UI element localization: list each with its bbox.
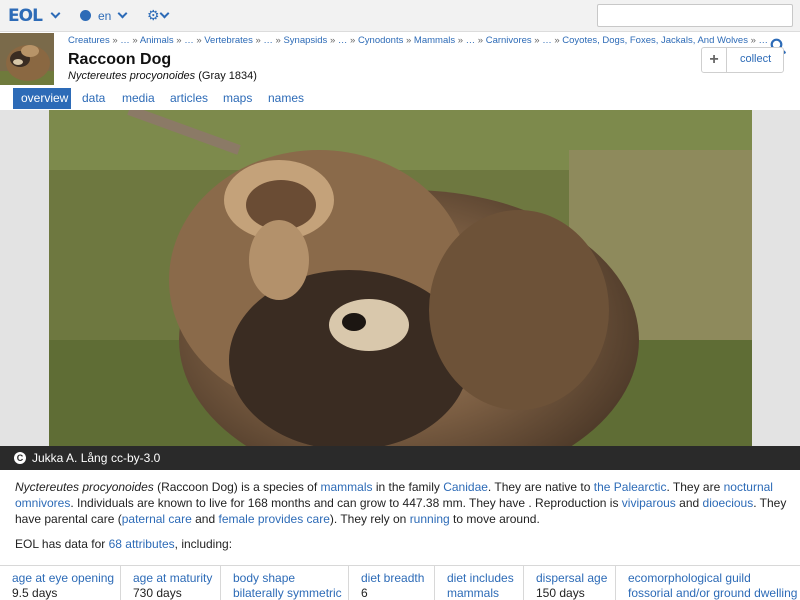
attributes-row: age at eye opening 9.5 days age at matur… (0, 565, 800, 600)
breadcrumb-item[interactable]: Carnivores (486, 35, 532, 46)
tab-media[interactable]: media (114, 88, 163, 109)
desc-sci-name: Nyctereutes procyonoides (15, 480, 154, 494)
attribute-value: 9.5 days (12, 586, 58, 600)
link-running[interactable]: running (410, 512, 450, 526)
plus-icon: + (702, 48, 727, 72)
attribute-value: 6 (361, 586, 368, 600)
breadcrumb-item[interactable]: … (263, 35, 273, 46)
attribute-value[interactable]: bilaterally symmetric (233, 586, 348, 600)
breadcrumb-item[interactable]: … (184, 35, 194, 46)
breadcrumb: Creatures » … » Animals » … » Vertebrate… (68, 35, 769, 46)
link-paternal-care[interactable]: paternal care (122, 512, 192, 526)
attribute-card[interactable]: body shape bilaterally symmetric (221, 566, 349, 600)
desc-text: to move around. (449, 512, 540, 526)
logo-chevron-down-icon[interactable] (50, 8, 61, 19)
link-female-provides-care[interactable]: female provides care (218, 512, 329, 526)
tab-overview[interactable]: overview (13, 88, 71, 109)
breadcrumb-item[interactable]: Mammals (414, 35, 455, 46)
attribute-value[interactable]: fossorial and/or ground dwelling (628, 586, 800, 600)
attribute-name[interactable]: age at eye opening (12, 571, 120, 585)
desc-text: . They are (666, 480, 724, 494)
link-dioecious[interactable]: dioecious (703, 496, 754, 510)
attribute-value: 730 days (133, 586, 182, 600)
breadcrumb-item[interactable]: Animals (140, 35, 174, 46)
attribute-card[interactable]: dispersal age 150 days (524, 566, 616, 600)
breadcrumb-item[interactable]: Creatures (68, 35, 110, 46)
collect-button[interactable]: + collect (701, 47, 784, 73)
breadcrumb-item[interactable]: Synapsids (283, 35, 327, 46)
attribute-name[interactable]: body shape (233, 571, 348, 585)
page-title: Raccoon Dog (68, 51, 172, 68)
attributes-intro-text: EOL has data for (15, 537, 109, 551)
attribute-card[interactable]: age at maturity 730 days (121, 566, 221, 600)
attribute-name[interactable]: age at maturity (133, 571, 220, 585)
chevron-down-icon[interactable] (117, 8, 128, 19)
species-thumbnail[interactable] (0, 33, 54, 85)
attribute-card[interactable]: diet includes mammals (435, 566, 524, 600)
gear-icon[interactable]: ⚙ (147, 8, 160, 22)
desc-text: (Raccoon Dog) is a species of (153, 480, 321, 494)
attribute-card[interactable]: ecomorphological guild fossorial and/or … (616, 566, 800, 600)
breadcrumb-item[interactable]: … (338, 35, 348, 46)
breadcrumb-item[interactable]: … (120, 35, 130, 46)
desc-text: and (675, 496, 703, 510)
attribute-value: 150 days (536, 586, 585, 600)
desc-text: in the family (372, 480, 444, 494)
language-selector[interactable]: en (98, 9, 111, 23)
link-mammals[interactable]: mammals (321, 480, 373, 494)
authority-text: (Gray 1834) (198, 70, 257, 82)
link-viviparous[interactable]: viviparous (622, 496, 676, 510)
image-author[interactable]: Jukka A. Lång (32, 451, 107, 465)
breadcrumb-item[interactable]: Vertebrates (204, 35, 253, 46)
link-palearctic[interactable]: the Palearctic (594, 480, 667, 494)
desc-text: . They are native to (487, 480, 594, 494)
tab-articles[interactable]: articles (162, 88, 216, 109)
eol-logo[interactable]: EOL (8, 6, 43, 26)
image-credit-bar: C Jukka A. Lång cc-by-3.0 (0, 446, 800, 470)
attribute-value[interactable]: mammals (447, 586, 523, 600)
desc-text: . Individuals are known to live for 168 … (70, 496, 622, 510)
breadcrumb-item[interactable]: Coyotes, Dogs, Foxes, Jackals, And Wolve… (562, 35, 748, 46)
breadcrumb-item[interactable]: Cynodonts (358, 35, 403, 46)
attributes-count-link[interactable]: 68 attributes (109, 537, 175, 551)
breadcrumb-item[interactable]: … (466, 35, 476, 46)
tab-data[interactable]: data (74, 88, 113, 109)
scientific-name-text: Nyctereutes procyonoides (68, 70, 196, 82)
desc-text: ). They rely on (329, 512, 410, 526)
tab-maps[interactable]: maps (215, 88, 260, 109)
tab-names[interactable]: names (260, 88, 312, 109)
globe-icon[interactable] (80, 10, 91, 21)
collect-label: collect (740, 53, 772, 65)
breadcrumb-item[interactable]: … (759, 35, 769, 46)
breadcrumb-item[interactable]: … (542, 35, 552, 46)
desc-text: and (191, 512, 219, 526)
attribute-card[interactable]: diet breadth 6 (349, 566, 435, 600)
attribute-card[interactable]: age at eye opening 9.5 days (0, 566, 121, 600)
cc-icon: C (14, 452, 26, 464)
species-description: Nyctereutes procyonoides (Raccoon Dog) i… (15, 479, 790, 527)
attribute-name[interactable]: dispersal age (536, 571, 615, 585)
attributes-intro-text: , including: (174, 537, 233, 551)
link-canidae[interactable]: Canidae (443, 480, 488, 494)
image-license[interactable]: cc-by-3.0 (111, 451, 160, 465)
species-image[interactable] (49, 110, 752, 446)
attribute-name[interactable]: ecomorphological guild (628, 571, 800, 585)
attribute-name[interactable]: diet includes (447, 571, 523, 585)
search-input[interactable] (597, 4, 793, 27)
scientific-name: Nyctereutes procyonoides (Gray 1834) (68, 70, 257, 82)
attribute-name[interactable]: diet breadth (361, 571, 434, 585)
attributes-intro: EOL has data for 68 attributes, includin… (15, 537, 232, 551)
top-bar: EOL en ⚙ (0, 0, 800, 32)
settings-chevron-down-icon[interactable] (159, 8, 170, 19)
